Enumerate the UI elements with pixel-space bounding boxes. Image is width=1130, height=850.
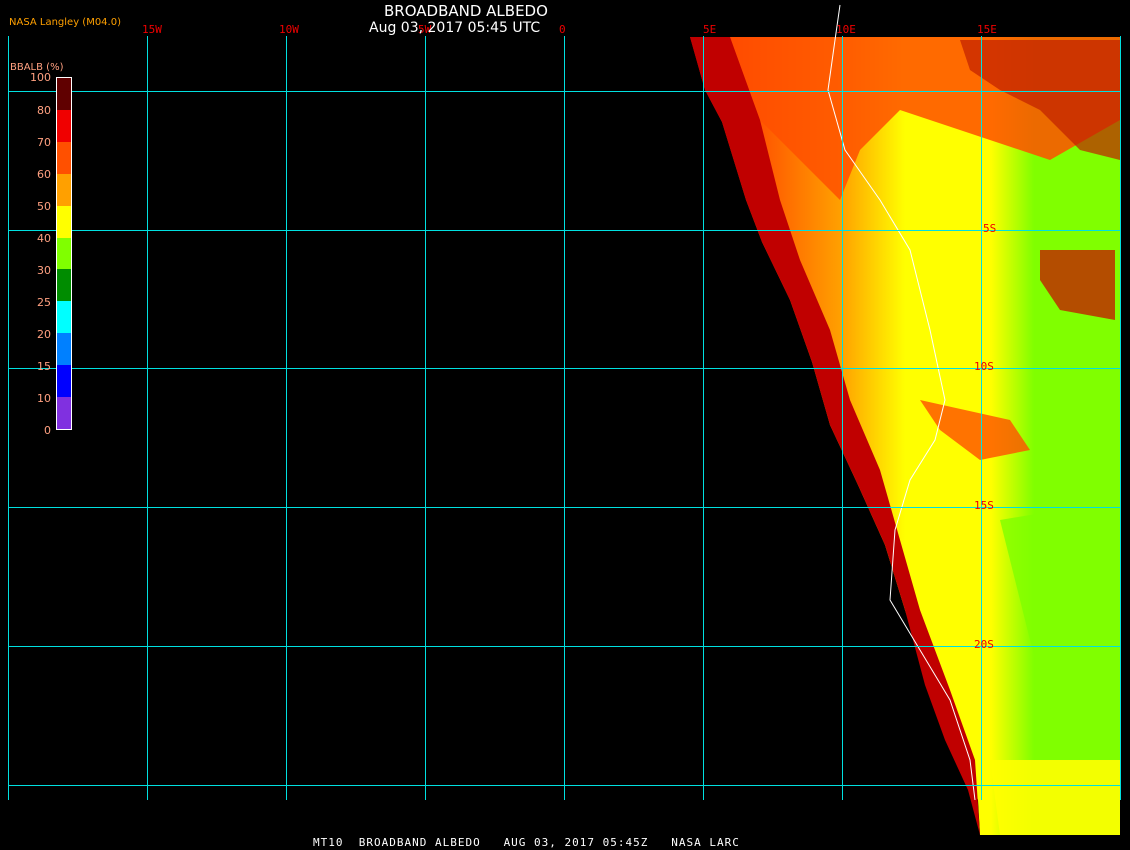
legend-tick-label: 10 bbox=[37, 392, 51, 405]
footer-caption: MT10 BROADBAND ALBEDO AUG 03, 2017 05:45… bbox=[313, 836, 740, 849]
lon-label-15w: 15W bbox=[142, 23, 162, 36]
lon-label-5e: 5E bbox=[703, 23, 717, 36]
land-albedo-field bbox=[690, 37, 1120, 835]
color-bar-swatch bbox=[57, 365, 71, 398]
color-bar-swatch bbox=[57, 237, 71, 270]
color-bar-swatch bbox=[57, 141, 71, 174]
legend-tick-label: 25 bbox=[37, 296, 51, 309]
lon-label-10w: 10W bbox=[279, 23, 299, 36]
legend-tick-label: 20 bbox=[37, 328, 51, 341]
color-bar-swatch bbox=[57, 173, 71, 206]
color-bar bbox=[56, 77, 72, 430]
color-bar-swatch bbox=[57, 205, 71, 238]
legend-tick-label: 100 bbox=[30, 71, 51, 84]
color-bar-swatch bbox=[57, 333, 71, 366]
legend-tick-label: 15 bbox=[37, 360, 51, 373]
lat-label-20s: 20S bbox=[974, 638, 994, 651]
credit-label: NASA Langley (M04.0) bbox=[9, 17, 121, 28]
legend-tick-label: 50 bbox=[37, 200, 51, 213]
legend-tick-label: 0 bbox=[44, 424, 51, 437]
map-title: BROADBAND ALBEDO bbox=[384, 2, 548, 20]
legend-tick-label: 70 bbox=[37, 136, 51, 149]
lat-label-10s: 10S bbox=[974, 360, 994, 373]
color-bar-swatch bbox=[57, 301, 71, 334]
map-datetime: Aug 03, 2017 05:45 UTC bbox=[369, 20, 541, 36]
lon-label-10e: 10E bbox=[836, 23, 856, 36]
legend-tick-label: 60 bbox=[37, 168, 51, 181]
legend-tick-label: 30 bbox=[37, 264, 51, 277]
legend-tick-label: 80 bbox=[37, 104, 51, 117]
albedo-map bbox=[8, 4, 1121, 835]
lat-label-15s: 15S bbox=[974, 499, 994, 512]
color-bar-swatch bbox=[57, 269, 71, 302]
color-bar-swatch bbox=[57, 109, 71, 142]
lon-label-0: 0 bbox=[559, 23, 566, 36]
legend-tick-label: 40 bbox=[37, 232, 51, 245]
lon-label-15e: 15E bbox=[977, 23, 997, 36]
lat-label-5s: 5S bbox=[983, 222, 997, 235]
color-bar-swatch bbox=[57, 397, 71, 429]
color-bar-swatch bbox=[57, 78, 71, 110]
